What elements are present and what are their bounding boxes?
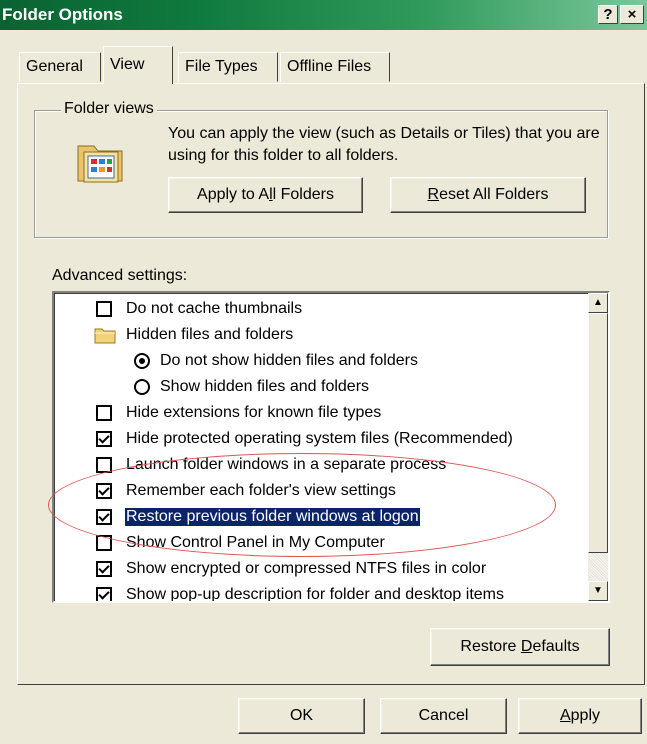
scrollbar-thumb[interactable] (588, 313, 608, 553)
list-item-label: Show hidden files and folders (160, 378, 370, 395)
tab-file-types[interactable]: File Types (178, 52, 278, 82)
folder-icon (94, 326, 116, 349)
list-item-label: Hidden files and folders (126, 326, 294, 343)
folder-options-icon (72, 138, 130, 188)
apply-button[interactable]: Apply (518, 698, 642, 734)
restore-defaults-mnemonic: D (520, 638, 533, 655)
list-item-label: Hide extensions for known file types (126, 404, 382, 421)
apply-to-all-text-a: Apply to A (197, 186, 270, 203)
checkbox[interactable] (96, 535, 112, 551)
radio-button[interactable] (134, 379, 150, 395)
checkbox[interactable] (96, 405, 112, 421)
apply-to-all-folders-button[interactable]: Apply to All Folders (168, 177, 363, 213)
tab-view[interactable]: View (103, 46, 173, 84)
list-item-label: Show encrypted or compressed NTFS files … (126, 560, 487, 577)
list-item-label: Do not show hidden files and folders (160, 352, 418, 369)
list-item-label: Hide protected operating system files (R… (126, 430, 513, 447)
title-bar: Folder Options ? × (0, 0, 647, 30)
advanced-settings-list[interactable]: Do not cache thumbnails Hidden files and… (52, 291, 610, 603)
checkbox-checked[interactable] (96, 483, 112, 499)
checkbox[interactable] (96, 457, 112, 473)
checkbox-checked[interactable] (96, 509, 112, 525)
apply-text: pply (570, 707, 601, 724)
checkbox[interactable] (96, 301, 112, 317)
radio-button-selected[interactable] (134, 353, 150, 369)
restore-defaults-button[interactable]: Restore Defaults (430, 628, 610, 666)
list-item-label-selected: Restore previous folder windows at logon (125, 508, 420, 526)
vertical-scrollbar[interactable]: ▲ ▼ (588, 293, 608, 601)
tab-offline-files[interactable]: Offline Files (280, 52, 390, 82)
scroll-up-icon[interactable]: ▲ (588, 293, 608, 313)
list-item-label: Remember each folder's view settings (126, 482, 396, 499)
list-item-label: Show pop-up description for folder and d… (126, 586, 504, 603)
list-item-label: Launch folder windows in a separate proc… (126, 456, 447, 473)
advanced-settings-label: Advanced settings: (52, 267, 188, 284)
ok-button[interactable]: OK (238, 698, 365, 734)
close-button[interactable]: × (620, 5, 644, 24)
scroll-down-icon[interactable]: ▼ (588, 581, 608, 601)
list-item-label: Show Control Panel in My Computer (126, 534, 385, 551)
apply-to-all-text-b: l Folders (272, 186, 334, 203)
checkbox-checked[interactable] (96, 587, 112, 601)
folder-views-description: You can apply the view (such as Details … (168, 125, 600, 164)
checkbox-checked[interactable] (96, 431, 112, 447)
apply-mnemonic: A (559, 707, 571, 724)
checkbox-checked[interactable] (96, 561, 112, 577)
restore-defaults-text-a: Restore (460, 638, 521, 655)
tab-general[interactable]: General (19, 52, 101, 82)
cancel-button[interactable]: Cancel (380, 698, 507, 734)
restore-defaults-text-b: efaults (532, 638, 580, 655)
list-item-label: Do not cache thumbnails (126, 300, 303, 317)
window-title: Folder Options (2, 5, 123, 24)
reset-all-text: eset All Folders (439, 186, 549, 203)
reset-all-mnemonic: R (427, 186, 440, 203)
folder-views-label: Folder views (61, 100, 157, 118)
help-button[interactable]: ? (598, 5, 618, 24)
reset-all-folders-button[interactable]: Reset All Folders (390, 177, 586, 213)
